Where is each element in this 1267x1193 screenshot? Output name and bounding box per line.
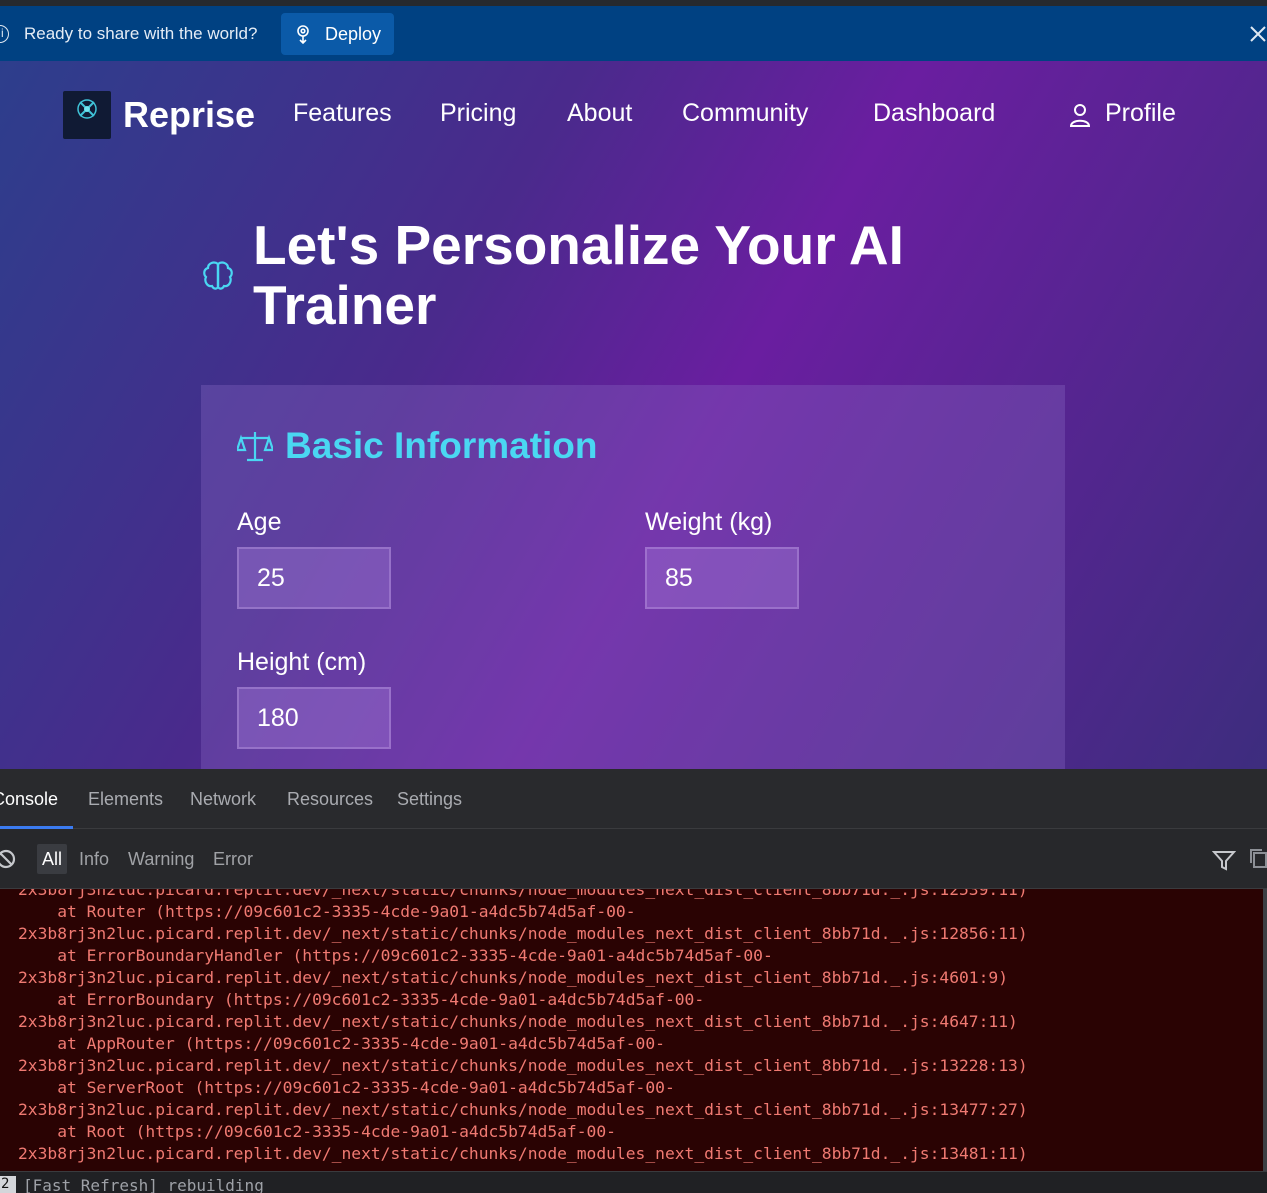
deploy-icon [297, 25, 309, 44]
log-line: 2x3b8rj3n2luc.picard.replit.dev/_next/st… [18, 924, 1028, 943]
console-filter-bar: All Info Warning Error [0, 829, 1267, 889]
log-scrollbar[interactable] [1263, 889, 1267, 1171]
age-input[interactable]: 25 [237, 547, 391, 609]
banner-message: Ready to share with the world? [24, 24, 258, 43]
nav-about[interactable]: About [567, 99, 632, 128]
weight-input[interactable]: 85 [645, 547, 799, 609]
tab-resources[interactable]: Resources [287, 789, 373, 810]
filter-info[interactable]: Info [79, 849, 109, 870]
tab-elements[interactable]: Elements [88, 789, 163, 810]
message-count-badge: 2 [0, 1176, 16, 1193]
brain-icon [203, 261, 233, 290]
filter-error[interactable]: Error [213, 849, 253, 870]
filter-all[interactable]: All [37, 844, 68, 874]
log-line: 2x3b8rj3n2luc.picard.replit.dev/_next/st… [18, 1056, 1028, 1075]
log-line: 2x3b8rj3n2luc.picard.replit.dev/_next/st… [18, 1100, 1028, 1119]
brand-logo[interactable] [63, 91, 111, 139]
tab-network[interactable]: Network [190, 789, 256, 810]
weight-label: Weight (kg) [645, 508, 773, 536]
app-preview: Reprise Features Pricing About Community… [0, 61, 1267, 769]
filter-warning[interactable]: Warning [128, 849, 194, 870]
brand-name[interactable]: Reprise [123, 94, 255, 136]
tab-console[interactable]: Console [0, 789, 58, 810]
log-line: at ErrorBoundaryHandler (https://09c601c… [18, 946, 773, 965]
page-title: Let's Personalize Your AI Trainer [253, 215, 953, 335]
page-title-line-2: Trainer [253, 274, 437, 336]
basic-info-card: Basic Information Age 25 Weight (kg) 85 … [201, 385, 1065, 769]
devtools-tabs: Console Elements Network Resources Setti… [0, 769, 1267, 829]
deploy-button[interactable]: Deploy [281, 13, 394, 55]
deploy-label: Deploy [325, 24, 382, 44]
log-line: at ErrorBoundary (https://09c601c2-3335-… [18, 990, 705, 1009]
log-line: 2x3b8rj3n2luc.picard.replit.dev/_next/st… [18, 889, 1028, 899]
deploy-banner: Ready to share with the world? Deploy [0, 6, 1267, 61]
user-icon[interactable] [1069, 103, 1091, 127]
age-label: Age [237, 508, 282, 536]
logo-emblem-icon [77, 99, 97, 119]
nav-profile[interactable]: Profile [1105, 99, 1176, 128]
log-line: at Root (https://09c601c2-3335-4cde-9a01… [18, 1122, 616, 1141]
devtools-panel: Console Elements Network Resources Setti… [0, 769, 1267, 1193]
log-line: at ServerRoot (https://09c601c2-3335-4cd… [18, 1078, 675, 1097]
nav-dashboard[interactable]: Dashboard [873, 99, 995, 128]
nav-features[interactable]: Features [293, 99, 392, 128]
status-text: [Fast Refresh] rebuilding [23, 1176, 264, 1193]
card-title: Basic Information [285, 425, 598, 466]
log-line: 2x3b8rj3n2luc.picard.replit.dev/_next/st… [18, 968, 1009, 987]
filter-funnel-icon[interactable] [1212, 849, 1236, 871]
close-icon[interactable] [1248, 24, 1267, 44]
copy-icon[interactable] [1250, 849, 1267, 869]
clear-console-icon[interactable] [0, 849, 16, 869]
console-log-output: 2x3b8rj3n2luc.picard.replit.dev/_next/st… [0, 889, 1263, 1171]
tab-settings[interactable]: Settings [397, 789, 462, 810]
height-label: Height (cm) [237, 648, 367, 676]
height-input[interactable]: 180 [237, 687, 391, 749]
console-status-bar: 2 [Fast Refresh] rebuilding [0, 1171, 1267, 1193]
scale-icon [237, 432, 273, 462]
log-line: at Router (https://09c601c2-3335-4cde-9a… [18, 902, 636, 921]
log-line: at AppRouter (https://09c601c2-3335-4cde… [18, 1034, 665, 1053]
info-icon [0, 25, 9, 43]
log-line: 2x3b8rj3n2luc.picard.replit.dev/_next/st… [18, 1012, 1018, 1031]
nav-community[interactable]: Community [682, 99, 808, 128]
nav-pricing[interactable]: Pricing [440, 99, 516, 128]
log-line: 2x3b8rj3n2luc.picard.replit.dev/_next/st… [18, 1144, 1028, 1163]
page-title-line-1: Let's Personalize Your AI [253, 214, 904, 276]
